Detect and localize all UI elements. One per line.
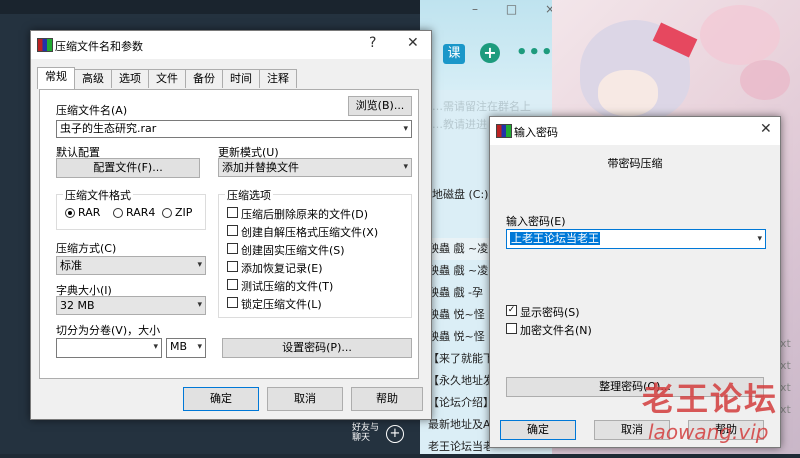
dialog-title: 输入密码: [514, 126, 558, 139]
chevron-down-icon: ▾: [197, 260, 202, 270]
delete-after-checkbox[interactable]: [227, 207, 238, 218]
password-value: 上老王论坛当老王: [510, 232, 600, 245]
archive-name-value: 虫子的生态研究.rar: [60, 122, 157, 135]
cancel-button[interactable]: 取消: [267, 387, 343, 411]
blossom-decoration: [740, 60, 790, 100]
zip-radio[interactable]: [162, 208, 172, 218]
chat-faint-text: …教请进进: [432, 118, 487, 131]
character-face: [598, 70, 658, 116]
format-group: 压缩文件格式 RAR RAR4 ZIP: [56, 187, 206, 230]
update-mode-value: 添加并替换文件: [222, 161, 299, 174]
friends-chat-label[interactable]: 好友与 聊天: [352, 423, 379, 443]
chevron-down-icon[interactable]: ▾: [153, 339, 158, 355]
method-select[interactable]: 标准 ▾: [56, 256, 206, 275]
chevron-down-icon: ▾: [197, 300, 202, 310]
tab-advanced[interactable]: 高级: [74, 69, 112, 88]
general-panel: 压缩文件名(A) 浏览(B)... 虫子的生态研究.rar ▾ 默认配置 配置文…: [39, 89, 419, 379]
option-label: 创建自解压格式压缩文件(X): [241, 226, 379, 239]
archive-dialog-titlebar[interactable]: 压缩文件名和参数 ? ✕: [31, 31, 431, 59]
ok-button[interactable]: 确定: [500, 420, 576, 440]
tab-strip: 常规 高级 选项 文件 备份 时间 注释: [37, 67, 297, 89]
watermark-text: 老王论坛: [642, 380, 779, 418]
enter-password-label: 输入密码(E): [506, 215, 566, 228]
add-icon[interactable]: +: [480, 43, 500, 63]
show-password-checkbox[interactable]: ✓: [506, 305, 517, 316]
method-label: 压缩方式(C): [56, 242, 117, 255]
more-icon[interactable]: •••: [516, 42, 554, 63]
show-password-label: 显示密码(S): [520, 306, 580, 319]
chat-faint-text: …需请留注在群名上: [432, 100, 531, 113]
dictionary-select[interactable]: 32 MB ▾: [56, 296, 206, 315]
chevron-down-icon[interactable]: ▾: [403, 121, 408, 137]
password-heading: 带密码压缩: [607, 157, 663, 170]
help-button[interactable]: 帮助: [351, 387, 423, 411]
ok-button[interactable]: 确定: [183, 387, 259, 411]
option-label: 压缩后删除原来的文件(D): [241, 208, 369, 221]
tab-backup[interactable]: 备份: [185, 69, 223, 88]
chevron-down-icon: ▾: [197, 342, 202, 352]
archive-name-field[interactable]: 虫子的生态研究.rar ▾: [56, 120, 412, 138]
split-unit-value: MB: [170, 340, 188, 353]
option-label: 锁定压缩文件(L): [241, 298, 322, 311]
password-dialog-titlebar[interactable]: 输入密码 ✕: [490, 117, 780, 145]
disk-label: 地磁盘 (C:): [432, 188, 489, 201]
close-icon[interactable]: ✕: [760, 121, 772, 137]
method-value: 标准: [60, 259, 82, 272]
winrar-icon: [496, 124, 512, 138]
split-unit-select[interactable]: MB ▾: [166, 338, 206, 358]
tab-options[interactable]: 选项: [111, 69, 149, 88]
file-row[interactable]: 老王论坛当老: [420, 436, 490, 458]
top-strip: [0, 0, 430, 14]
close-icon[interactable]: ✕: [407, 35, 419, 51]
options-group: 压缩选项 压缩后删除原来的文件(D) 创建自解压格式压缩文件(X) 创建固实压缩…: [218, 187, 412, 318]
password-field[interactable]: 上老王论坛当老王 ▾: [506, 229, 766, 249]
file-ext: xt: [780, 403, 791, 416]
profiles-button[interactable]: 配置文件(F)...: [56, 158, 200, 178]
recovery-checkbox[interactable]: [227, 261, 238, 272]
tab-general[interactable]: 常规: [37, 67, 75, 89]
zip-label: ZIP: [175, 206, 193, 219]
archive-dialog: 压缩文件名和参数 ? ✕ 常规 高级 选项 文件 备份 时间 注释 压缩文件名(A) 浏览(…: [30, 30, 432, 420]
set-password-button[interactable]: 设置密码(P)...: [222, 338, 412, 358]
options-group-title: 压缩选项: [225, 187, 273, 203]
solid-checkbox[interactable]: [227, 243, 238, 254]
format-group-title: 压缩文件格式: [63, 187, 133, 203]
help-icon[interactable]: ?: [369, 35, 376, 51]
tab-comment[interactable]: 注释: [259, 69, 297, 88]
file-ext: xt: [780, 337, 791, 350]
blossom-decoration: [700, 5, 780, 65]
option-label: 测试压缩的文件(T): [241, 280, 334, 293]
sfx-checkbox[interactable]: [227, 225, 238, 236]
watermark-url: laowang.vip: [648, 420, 769, 444]
add-friend-icon[interactable]: +: [386, 425, 404, 443]
file-ext: xt: [780, 381, 791, 394]
friends-label-line: 聊天: [352, 433, 371, 443]
chevron-down-icon: ▾: [403, 162, 408, 172]
split-label: 切分为分卷(V)，大小: [56, 324, 161, 337]
test-checkbox[interactable]: [227, 279, 238, 290]
rar4-radio[interactable]: [113, 208, 123, 218]
tab-time[interactable]: 时间: [222, 69, 260, 88]
option-label: 添加恢复记录(E): [241, 262, 323, 275]
browse-button[interactable]: 浏览(B)...: [348, 96, 412, 116]
lock-checkbox[interactable]: [227, 297, 238, 308]
tab-files[interactable]: 文件: [148, 69, 186, 88]
rar-radio[interactable]: [65, 208, 75, 218]
chevron-down-icon[interactable]: ▾: [757, 230, 762, 248]
encrypt-names-label: 加密文件名(N): [520, 324, 592, 337]
dialog-title: 压缩文件名和参数: [55, 40, 143, 53]
rar4-label: RAR4: [126, 206, 156, 219]
course-icon[interactable]: 课: [443, 44, 465, 64]
encrypt-names-checkbox[interactable]: [506, 323, 517, 334]
friends-label-line: 好友与: [352, 423, 380, 433]
option-label: 创建固实压缩文件(S): [241, 244, 345, 257]
archive-name-label: 压缩文件名(A): [56, 104, 128, 117]
file-ext: xt: [780, 359, 791, 372]
dictionary-value: 32 MB: [60, 299, 95, 312]
update-mode-select[interactable]: 添加并替换文件 ▾: [218, 158, 412, 177]
winrar-icon: [37, 38, 53, 52]
split-size-field[interactable]: ▾: [56, 338, 162, 358]
rar-label: RAR: [78, 206, 101, 219]
